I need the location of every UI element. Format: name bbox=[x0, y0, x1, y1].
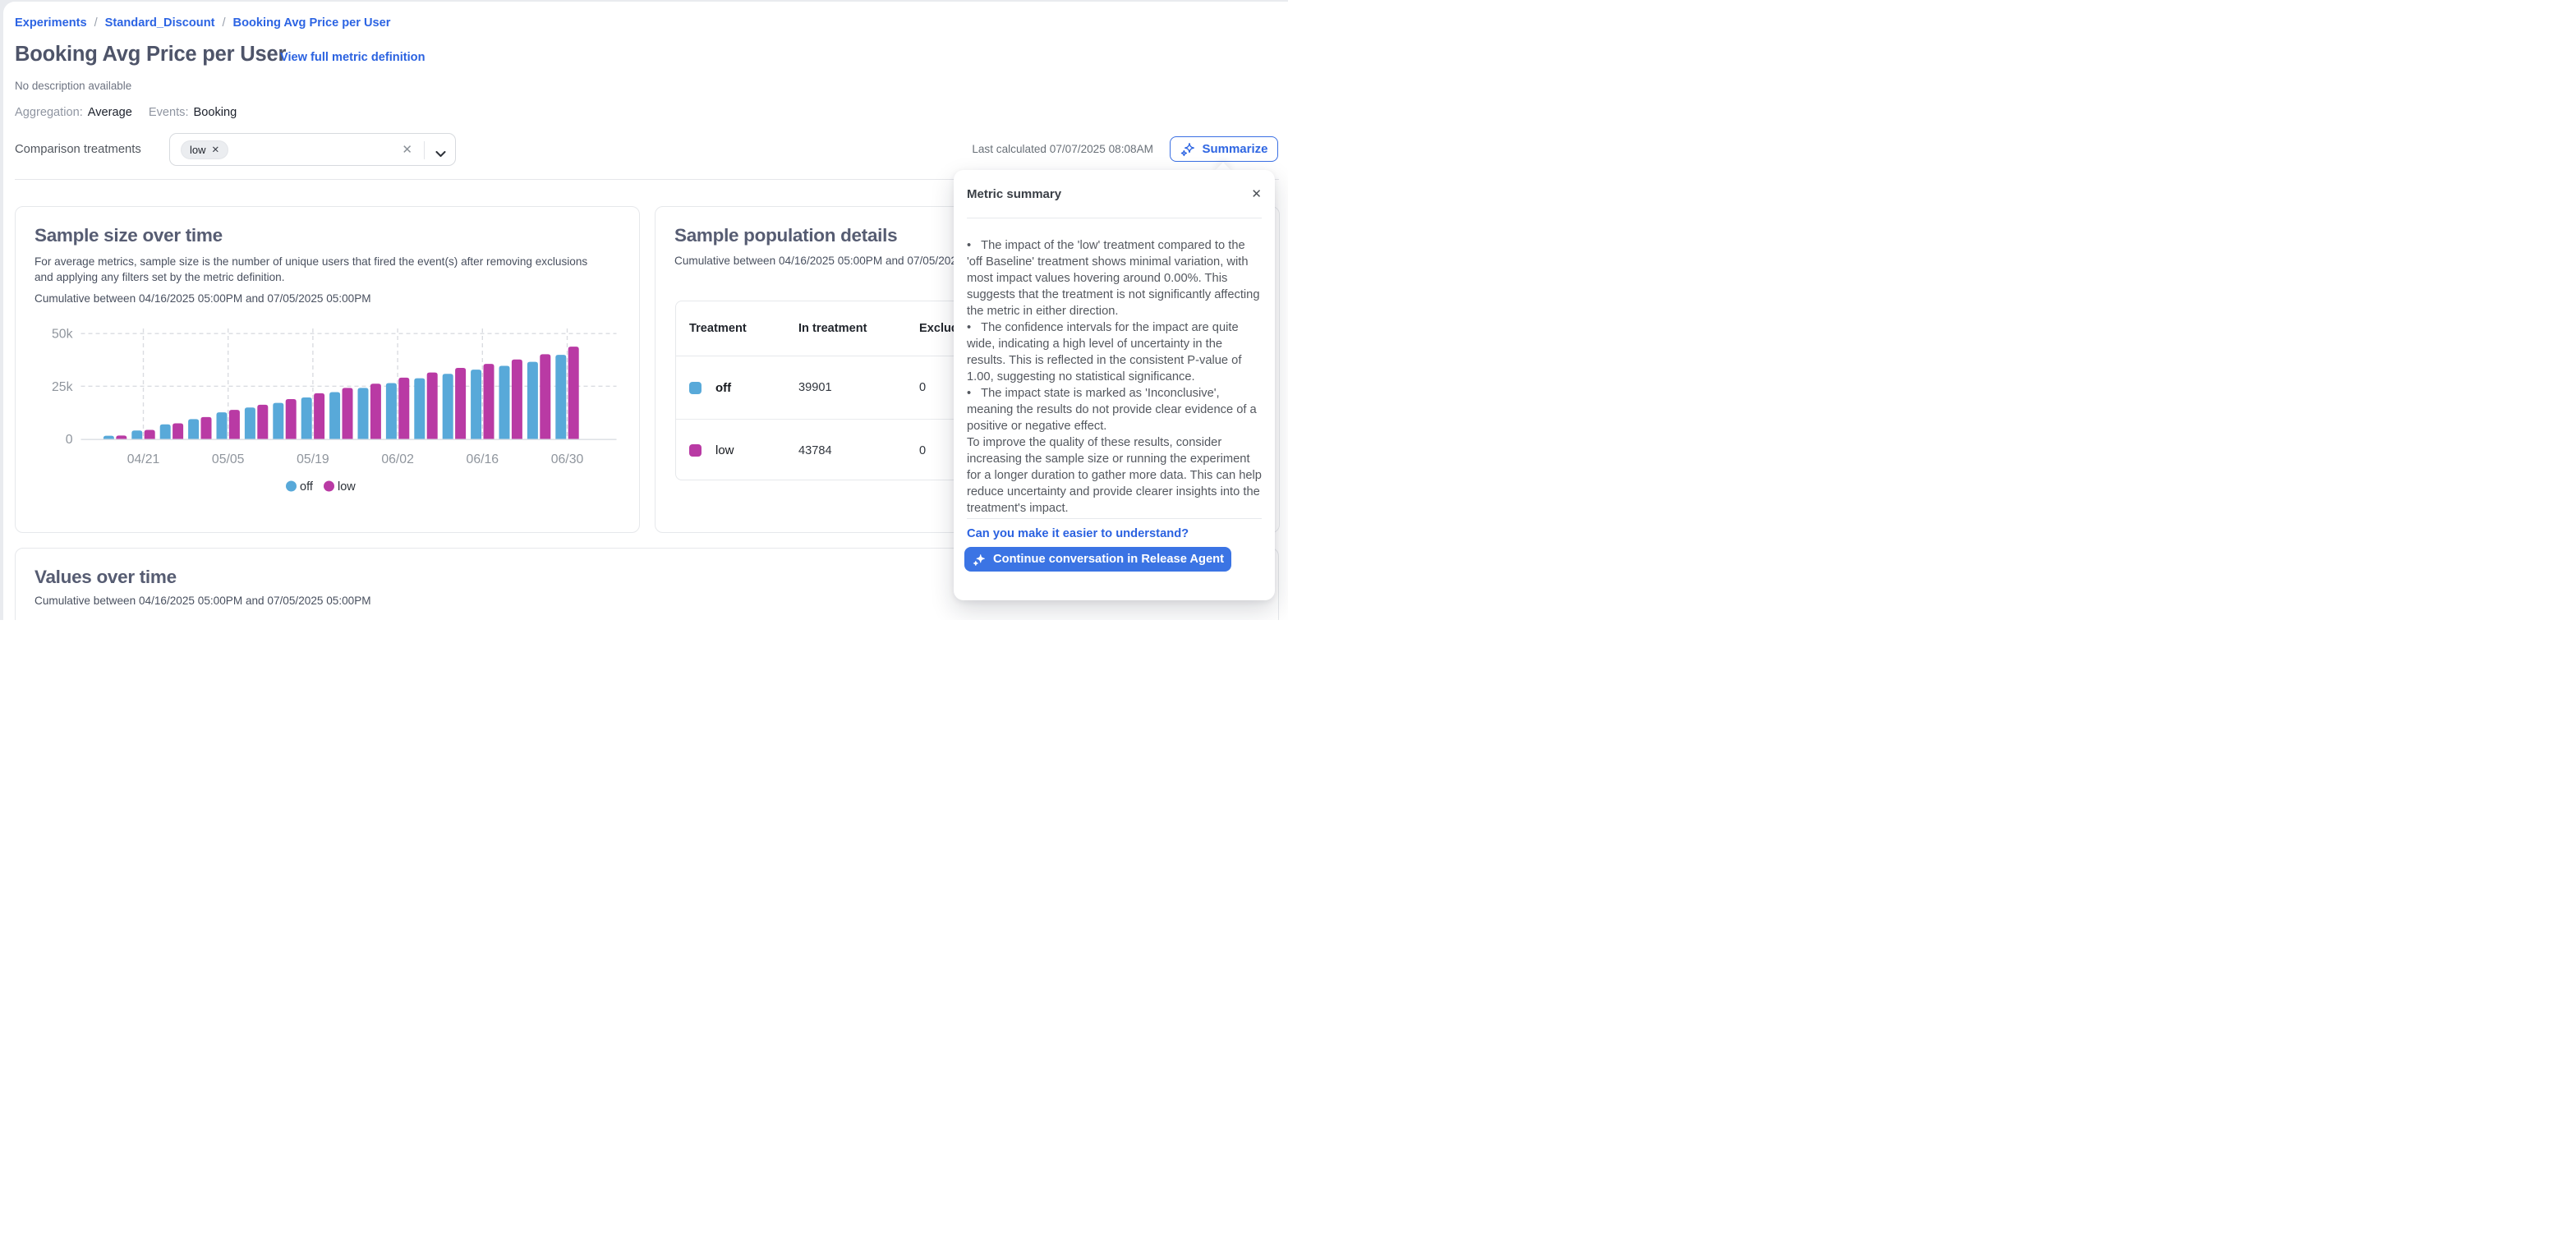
popup-footer-divider bbox=[967, 518, 1262, 519]
x-axis-tick-label: 06/30 bbox=[551, 452, 584, 466]
left-background-strip bbox=[0, 0, 3, 620]
main-content-panel: Experiments / Standard_Discount / Booking Av… bbox=[3, 2, 1288, 620]
sample-size-card: Sample size over time For average metric… bbox=[15, 206, 640, 533]
summary-bullet: • The impact of the 'low' treatment comp… bbox=[967, 237, 1262, 319]
easier-to-understand-link[interactable]: Can you make it easier to understand? bbox=[967, 527, 1189, 540]
last-calculated-text: Last calculated 07/07/2025 08:08AM bbox=[972, 143, 1153, 155]
y-axis-tick-label: 0 bbox=[66, 433, 73, 447]
legend-label: low bbox=[338, 480, 356, 494]
population-title: Sample population details bbox=[674, 225, 897, 246]
treatment-name: low bbox=[715, 443, 734, 457]
summarize-label: Summarize bbox=[1202, 142, 1267, 156]
aggregation-label: Aggregation: bbox=[15, 106, 83, 119]
chip-remove-icon[interactable]: ✕ bbox=[212, 144, 220, 155]
treatment-chip[interactable]: low ✕ bbox=[181, 140, 228, 159]
sparkle-icon bbox=[1180, 141, 1195, 157]
x-axis-tick-label: 05/05 bbox=[212, 452, 245, 466]
in-treatment-value: 43784 bbox=[798, 444, 919, 457]
column-header: Treatment bbox=[689, 322, 798, 335]
metric-description: No description available bbox=[15, 80, 131, 92]
metric-summary-popup: Metric summary ✕ • The impact of the 'lo… bbox=[954, 170, 1275, 600]
treatment-name: off bbox=[715, 381, 731, 395]
treatment-color-swatch bbox=[689, 444, 702, 457]
summarize-button[interactable]: Summarize bbox=[1170, 136, 1278, 162]
events-value: Booking bbox=[194, 106, 237, 119]
summary-bullet: • The confidence intervals for the impac… bbox=[967, 319, 1262, 385]
page-title: Booking Avg Price per User bbox=[15, 43, 286, 67]
breadcrumb-separator: / bbox=[222, 16, 225, 30]
summary-bullet: • The impact state is marked as 'Inconcl… bbox=[967, 385, 1262, 434]
aggregation-value: Average bbox=[88, 106, 132, 119]
comparison-treatments-select[interactable]: low ✕ ✕ bbox=[169, 133, 456, 166]
x-axis-tick-label: 04/21 bbox=[127, 452, 160, 466]
breadcrumb-item[interactable]: Experiments bbox=[15, 16, 87, 30]
values-cumulative: Cumulative between 04/16/2025 05:00PM an… bbox=[34, 594, 371, 609]
continue-conversation-button[interactable]: Continue conversation in Release Agent bbox=[964, 547, 1231, 572]
x-axis-tick-label: 05/19 bbox=[297, 452, 329, 466]
y-axis-tick-label: 25k bbox=[52, 380, 73, 394]
breadcrumb-item[interactable]: Standard_Discount bbox=[105, 16, 215, 30]
comparison-treatments-label: Comparison treatments bbox=[15, 143, 141, 156]
page: Experiments / Standard_Discount / Booking Av… bbox=[0, 0, 1288, 620]
treatment-chip-label: low bbox=[190, 144, 206, 156]
popup-title: Metric summary bbox=[967, 187, 1061, 201]
column-header: In treatment bbox=[798, 322, 919, 335]
x-axis-tick-label: 06/16 bbox=[467, 452, 499, 466]
treatment-color-swatch bbox=[689, 382, 702, 394]
breadcrumb: Experiments / Standard_Discount / Booking Av… bbox=[15, 16, 390, 30]
x-axis-tick-label: 06/02 bbox=[381, 452, 414, 466]
in-treatment-value: 39901 bbox=[798, 381, 919, 394]
summary-closing: To improve the quality of these results,… bbox=[967, 434, 1262, 517]
chevron-down-icon[interactable] bbox=[435, 147, 446, 162]
sparkle-icon bbox=[972, 553, 986, 567]
breadcrumb-item[interactable]: Booking Avg Price per User bbox=[233, 16, 391, 30]
metric-meta-row: Aggregation: Average Events: Booking bbox=[15, 106, 248, 119]
continue-conversation-label: Continue conversation in Release Agent bbox=[993, 553, 1224, 566]
clear-selection-icon[interactable]: ✕ bbox=[402, 142, 412, 157]
sample-size-bar-chart[interactable]: 0 25k 50k 04/21 05/05 05/19 06/02 06/16 06/30 off… bbox=[16, 207, 639, 532]
legend-label: off bbox=[300, 480, 314, 494]
close-icon[interactable]: ✕ bbox=[1251, 186, 1262, 201]
events-label: Events: bbox=[149, 106, 189, 119]
popup-summary-text: • The impact of the 'low' treatment comp… bbox=[967, 237, 1262, 517]
breadcrumb-separator: / bbox=[94, 16, 98, 30]
select-divider bbox=[424, 141, 425, 159]
values-title: Values over time bbox=[34, 567, 177, 588]
view-metric-definition-link[interactable]: View full metric definition bbox=[280, 51, 426, 64]
y-axis-tick-label: 50k bbox=[52, 328, 73, 342]
